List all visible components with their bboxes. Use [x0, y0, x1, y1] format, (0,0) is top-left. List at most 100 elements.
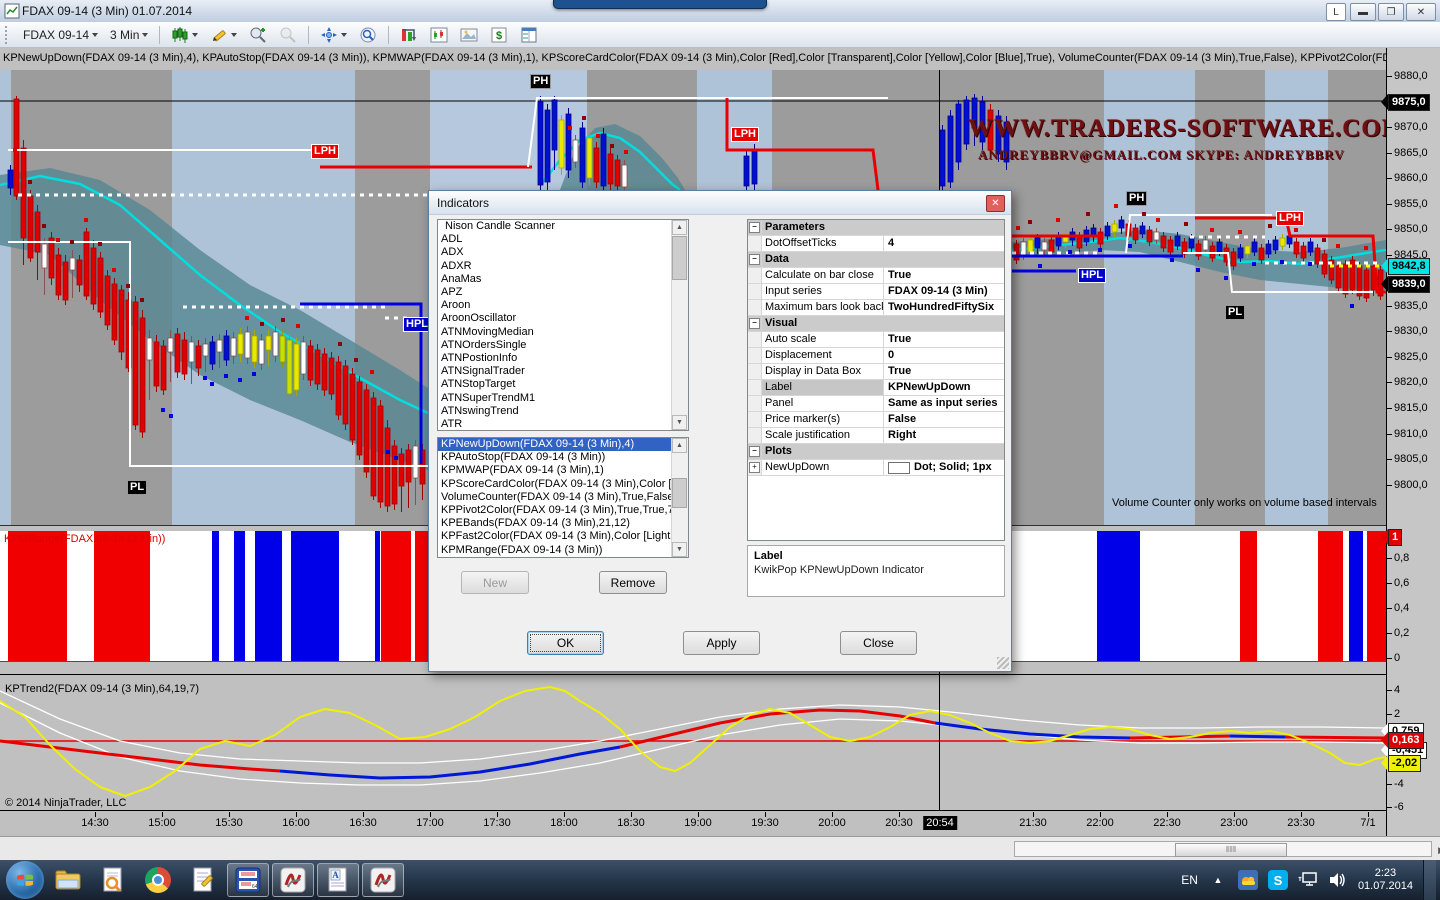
instrument-dropdown[interactable]: FDAX 09-14 — [19, 26, 102, 44]
available-indicator-item[interactable]: ATNSignalTrader — [438, 365, 688, 378]
skype-tray-icon[interactable]: S — [1268, 870, 1288, 890]
volume-tray-icon[interactable] — [1328, 870, 1348, 890]
network-tray-icon[interactable] — [1298, 870, 1318, 890]
property-row-label[interactable]: LabelKPNewUpDown — [748, 380, 1004, 396]
close-button[interactable]: ✕ — [1406, 3, 1436, 21]
scroll-down-icon[interactable]: ▼ — [672, 542, 687, 557]
configured-indicator-item[interactable]: VolumeCounter(FDAX 09-14 (3 Min),True,Fa… — [438, 491, 688, 504]
configured-indicator-item[interactable]: KPAutoStop(FDAX 09-14 (3 Min)) — [438, 451, 688, 464]
property-row-displacement[interactable]: Displacement0 — [748, 348, 1004, 364]
chart-style-button[interactable] — [167, 24, 202, 46]
kptrend2-panel[interactable] — [0, 674, 1386, 811]
time-tick-label: 22:00 — [1086, 817, 1114, 829]
ok-button[interactable]: OK — [527, 631, 604, 655]
property-row-price-marker-s-[interactable]: Price marker(s)False — [748, 412, 1004, 428]
available-indicator-item[interactable]: AroonOscillator — [438, 312, 688, 325]
scrollbar-thumb[interactable] — [672, 236, 687, 280]
dialog-close-icon[interactable]: ✕ — [986, 195, 1005, 212]
list-scrollbar[interactable]: ▲ ▼ — [671, 438, 688, 557]
available-indicator-item[interactable]: ATNSuperTrendM1 — [438, 392, 688, 405]
configured-indicator-item[interactable]: KPFast2Color(FDAX 09-14 (3 Min),Color [L… — [438, 530, 688, 543]
time-axis[interactable]: 20:54 14:3015:0015:3016:0016:3017:0017:3… — [0, 810, 1386, 836]
property-row-input-series[interactable]: Input seriesFDAX 09-14 (3 Min) — [748, 284, 1004, 300]
available-indicator-item[interactable]: ATNswingTrend — [438, 405, 688, 418]
clock[interactable]: 2:23 01.07.2014 — [1358, 867, 1413, 893]
property-group-parameters[interactable]: −Parameters — [748, 220, 1004, 236]
scroll-up-icon[interactable]: ▲ — [672, 220, 687, 235]
available-indicator-item[interactable]: Nison Candle Scanner — [438, 220, 688, 233]
property-group-data[interactable]: −Data — [748, 252, 1004, 268]
scroll-down-icon[interactable]: ▼ — [672, 415, 687, 430]
show-desktop-button[interactable] — [1423, 860, 1436, 900]
weather-tray-icon[interactable] — [1238, 870, 1258, 890]
available-indicator-item[interactable]: ATNOrdersSingle — [438, 339, 688, 352]
language-indicator[interactable]: EN — [1181, 873, 1198, 887]
restore-button[interactable]: ❐ — [1378, 3, 1404, 21]
notepad-taskbar-icon[interactable] — [182, 863, 224, 897]
scrollbar-thumb[interactable] — [672, 478, 687, 508]
scrollbar-thumb[interactable]: ⦀⦀⦀ — [1175, 843, 1287, 857]
property-row-calculate-on-bar-close[interactable]: Calculate on bar closeTrue — [748, 268, 1004, 284]
configured-indicators-list[interactable]: KPNewUpDown(FDAX 09-14 (3 Min),4)KPAutoS… — [437, 437, 689, 558]
account-button[interactable]: $ — [486, 24, 512, 46]
configured-indicator-item[interactable]: KPNewUpDown(FDAX 09-14 (3 Min),4) — [438, 438, 688, 451]
resize-grip[interactable] — [997, 657, 1009, 669]
available-indicator-item[interactable]: ADL — [438, 233, 688, 246]
ninjatrader2-taskbar-icon[interactable] — [362, 863, 404, 897]
explorer-taskbar-icon[interactable] — [47, 863, 89, 897]
search-taskbar-icon[interactable] — [92, 863, 134, 897]
available-indicator-item[interactable]: ATR — [438, 418, 688, 431]
available-indicator-item[interactable]: ADXR — [438, 260, 688, 273]
available-indicators-list[interactable]: Nison Candle ScannerADLADXADXRAnaMasAPZA… — [437, 219, 689, 431]
chart-window-button[interactable] — [426, 24, 452, 46]
available-indicator-item[interactable]: ATNPostionInfo — [438, 352, 688, 365]
property-row-newupdown[interactable]: +NewUpDownDot; Solid; 1px — [748, 460, 1004, 476]
dialog-titlebar[interactable]: Indicators — [429, 191, 1011, 215]
list-scrollbar[interactable]: ▲ ▼ — [671, 220, 688, 430]
configured-indicator-item[interactable]: KPMRange(FDAX 09-14 (3 Min)) — [438, 544, 688, 557]
price-axis[interactable]: 9880,09875,09870,09865,09860,09855,09850… — [1386, 48, 1440, 836]
available-indicator-item[interactable]: ADX — [438, 246, 688, 259]
minimize-button[interactable]: ▬ — [1350, 3, 1376, 21]
zoom-out-button[interactable] — [275, 24, 301, 46]
configured-indicator-item[interactable]: KPMWAP(FDAX 09-14 (3 Min),1) — [438, 464, 688, 477]
ninjatrader-data-taskbar-icon[interactable]: 64 — [227, 863, 269, 897]
available-indicator-item[interactable]: Aroon — [438, 299, 688, 312]
close-dialog-button[interactable]: Close — [840, 631, 917, 655]
available-indicator-item[interactable]: ATNStopTarget — [438, 378, 688, 391]
available-indicator-item[interactable]: APZ — [438, 286, 688, 299]
chrome-taskbar-icon[interactable] — [137, 863, 179, 897]
wordpad-taskbar-icon[interactable]: A — [317, 863, 359, 897]
property-group-visual[interactable]: −Visual — [748, 316, 1004, 332]
remove-button[interactable]: Remove — [599, 571, 667, 594]
ninjatrader-taskbar-icon[interactable] — [272, 863, 314, 897]
cursor-mode-button[interactable] — [316, 24, 351, 46]
configured-indicator-item[interactable]: KPScoreCardColor(FDAX 09-14 (3 Min),Colo… — [438, 478, 688, 491]
scroll-up-icon[interactable]: ▲ — [672, 438, 687, 453]
drawing-tools-button[interactable] — [206, 24, 241, 46]
configured-indicator-item[interactable]: KPEBands(FDAX 09-14 (3 Min),21,12) — [438, 517, 688, 530]
apply-button[interactable]: Apply — [683, 631, 760, 655]
available-indicator-item[interactable]: ATNMovingMedian — [438, 326, 688, 339]
property-group-plots[interactable]: −Plots — [748, 444, 1004, 460]
property-row-scale-justification[interactable]: Scale justificationRight — [748, 428, 1004, 444]
property-row-auto-scale[interactable]: Auto scaleTrue — [748, 332, 1004, 348]
snapshot-button[interactable] — [456, 24, 482, 46]
available-indicator-item[interactable]: AnaMas — [438, 273, 688, 286]
horizontal-scrollbar[interactable]: ⦀⦀⦀ ▶ — [1014, 841, 1432, 857]
property-row-dotoffsetticks[interactable]: DotOffsetTicks4 — [748, 236, 1004, 252]
interval-dropdown[interactable]: 3 Min — [106, 26, 152, 44]
tray-expand-icon[interactable]: ▲ — [1208, 870, 1228, 890]
property-row-display-in-data-box[interactable]: Display in Data BoxTrue — [748, 364, 1004, 380]
new-button[interactable]: New — [461, 571, 529, 594]
market-analyzer-button[interactable] — [396, 24, 422, 46]
property-row-maximum-bars-look-back[interactable]: Maximum bars look backTwoHundredFiftySix — [748, 300, 1004, 316]
zoom-in-button[interactable] — [245, 24, 271, 46]
start-button[interactable] — [6, 861, 44, 899]
indicator-properties-grid[interactable]: −ParametersDotOffsetTicks4−DataCalculate… — [747, 219, 1005, 541]
panel-grid-button[interactable] — [516, 24, 542, 46]
data-box-button[interactable] — [355, 24, 381, 46]
property-row-panel[interactable]: PanelSame as input series — [748, 396, 1004, 412]
configured-indicator-item[interactable]: KPPivot2Color(FDAX 09-14 (3 Min),True,Tr… — [438, 504, 688, 517]
lock-button[interactable]: L — [1326, 3, 1346, 21]
